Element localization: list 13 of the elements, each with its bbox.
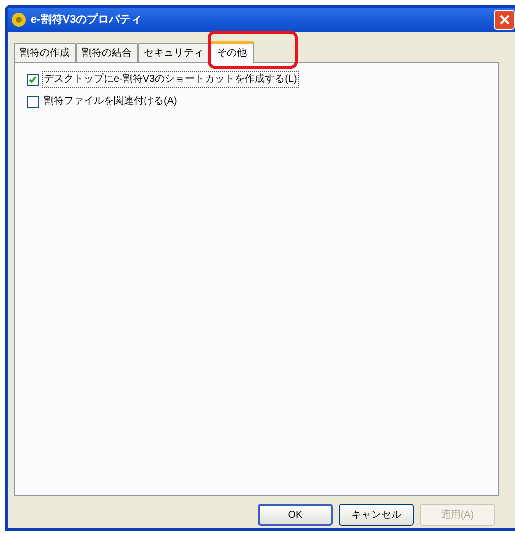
tab[interactable]: その他 — [210, 41, 254, 63]
checkbox-label: 割符ファイルを関連付ける(A) — [43, 94, 178, 109]
dialog-button[interactable]: OK — [258, 504, 333, 526]
dialog-button[interactable]: キャンセル — [339, 504, 414, 526]
tab[interactable]: 割符の作成 — [14, 43, 76, 62]
close-icon — [500, 15, 510, 25]
checkbox[interactable] — [27, 96, 39, 108]
tab[interactable]: 割符の結合 — [76, 43, 138, 62]
window-title: e-割符V3のプロパティ — [31, 12, 142, 28]
checkbox[interactable] — [27, 74, 39, 86]
tab[interactable]: セキュリティ — [138, 43, 210, 62]
close-button[interactable] — [494, 10, 515, 30]
checkbox-label: デスクトップにe-割符V3のショートカットを作成する(L) — [42, 71, 300, 88]
